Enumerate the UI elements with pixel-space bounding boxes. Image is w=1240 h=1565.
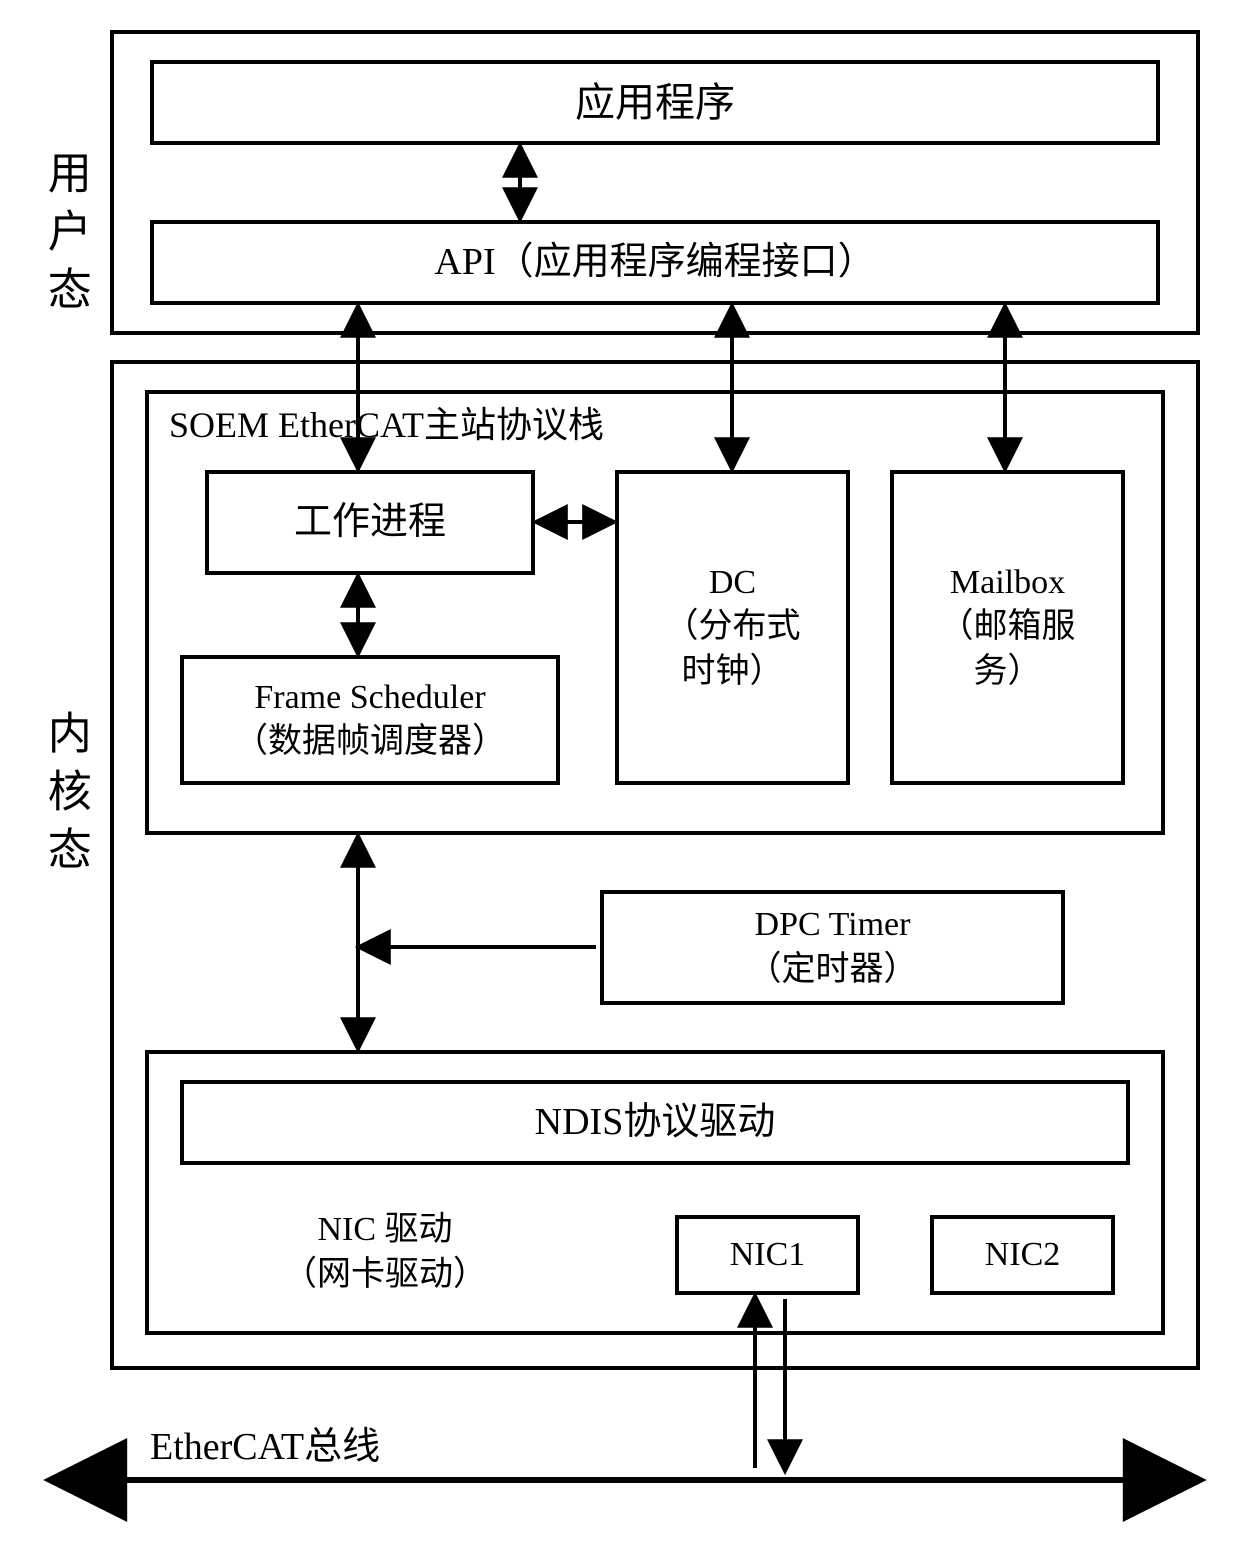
dc-l1: DC — [665, 561, 801, 605]
dc-l2: （分布式 — [665, 605, 801, 649]
dc-box: DC （分布式 时钟） — [615, 470, 850, 785]
label-kernel-mode: 内核态 — [38, 710, 91, 884]
frame-scheduler-box: Frame Scheduler （数据帧调度器） — [180, 655, 560, 785]
mailbox-l1: Mailbox — [940, 561, 1076, 605]
dc-l3: 时钟） — [665, 650, 801, 694]
api-box: API（应用程序编程接口） — [150, 220, 1160, 305]
frame-scheduler-l1: Frame Scheduler — [234, 676, 506, 720]
mailbox-l2: （邮箱服 — [940, 605, 1076, 649]
work-process-box: 工作进程 — [205, 470, 535, 575]
dpc-l2: （定时器） — [748, 948, 918, 992]
nic2-box: NIC2 — [930, 1215, 1115, 1295]
nic-driver-l2: （网卡驱动） — [283, 1253, 487, 1297]
nic1-box: NIC1 — [675, 1215, 860, 1295]
soem-stack-title: SOEM EtherCAT主站协议栈 — [169, 402, 604, 449]
nic-driver-label: NIC 驱动 （网卡驱动） — [195, 1195, 575, 1310]
nic-driver-l1: NIC 驱动 — [283, 1208, 487, 1252]
mailbox-box: Mailbox （邮箱服 务） — [890, 470, 1125, 785]
frame-scheduler-l2: （数据帧调度器） — [234, 720, 506, 764]
bus-label: EtherCAT总线 — [150, 1415, 380, 1470]
app-box: 应用程序 — [150, 60, 1160, 145]
diagram-root: 用户态 内核态 应用程序 API（应用程序编程接口） SOEM EtherCAT… — [20, 20, 1220, 1545]
dpc-l1: DPC Timer — [748, 903, 918, 947]
ndis-box: NDIS协议驱动 — [180, 1080, 1130, 1165]
label-user-mode: 用户态 — [38, 150, 91, 324]
mailbox-l3: 务） — [940, 650, 1076, 694]
dpc-timer-box: DPC Timer （定时器） — [600, 890, 1065, 1005]
